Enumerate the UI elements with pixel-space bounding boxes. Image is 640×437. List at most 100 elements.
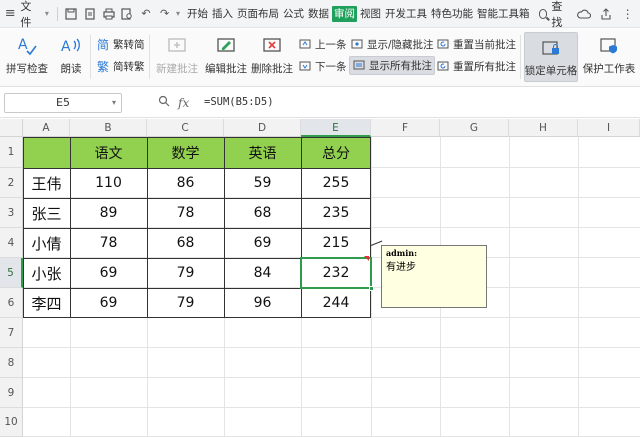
cell-d6[interactable]: 96 [224, 288, 301, 318]
search-button[interactable]: 查找 [538, 0, 571, 30]
undo-icon[interactable]: ↶ [138, 5, 155, 23]
lock-cell-button[interactable]: 锁定单元格 [524, 32, 578, 82]
column-header-i[interactable]: I [578, 119, 640, 137]
cell-b6[interactable]: 69 [70, 288, 147, 318]
column-header-d[interactable]: D [224, 119, 301, 137]
row-header-10[interactable]: 10 [0, 408, 23, 437]
column-header-c[interactable]: C [147, 119, 224, 137]
cell-c1[interactable]: 数学 [147, 137, 224, 168]
fill-handle[interactable] [369, 286, 374, 291]
tab-developer[interactable]: 开发工具 [384, 6, 428, 22]
column-header-g[interactable]: G [440, 119, 509, 137]
cell-a2[interactable]: 王伟 [23, 168, 70, 198]
cell-a1[interactable] [23, 137, 70, 168]
reset-current-comment-button[interactable]: 重置当前批注 [436, 37, 516, 52]
delete-comment-button[interactable]: 删除批注 [250, 34, 294, 76]
row-header-3[interactable]: 3 [0, 198, 23, 228]
comment-text[interactable]: 有进步 [386, 258, 482, 273]
file-menu-chevron-icon[interactable]: ▾ [45, 9, 49, 18]
tab-data[interactable]: 数据 [307, 6, 330, 22]
new-comment-label: 新建批注 [156, 63, 198, 75]
share-icon[interactable] [598, 5, 614, 23]
tab-home[interactable]: 开始 [186, 6, 209, 22]
cell-b2[interactable]: 110 [70, 168, 147, 198]
cell-e6[interactable]: 244 [301, 288, 371, 318]
cell-e3[interactable]: 235 [301, 198, 371, 228]
cell-b5[interactable]: 69 [70, 258, 147, 288]
zoom-search-icon[interactable] [158, 95, 170, 110]
read-aloud-button[interactable]: A 朗读 [56, 34, 86, 76]
row-header-1[interactable]: 1 [0, 137, 23, 168]
tab-view[interactable]: 视图 [359, 6, 382, 22]
tab-special-features[interactable]: 特色功能 [430, 6, 474, 22]
cell-e4[interactable]: 215 [301, 228, 371, 258]
spreadsheet-grid[interactable]: A B C D E F G H I 1 2 3 4 5 6 7 8 9 10 语文 数学 英语 总分 王伟 110 86 59 255… [0, 119, 640, 437]
tab-formulas[interactable]: 公式 [282, 6, 305, 22]
more-icon[interactable]: ⋮ [620, 5, 636, 23]
row-header-7[interactable]: 7 [0, 318, 23, 348]
insert-function-icon[interactable]: fx [178, 96, 189, 110]
name-box-chevron-icon[interactable]: ▾ [112, 94, 116, 112]
tab-review[interactable]: 审阅 [332, 5, 358, 22]
comment-box[interactable]: admin: 有进步 [381, 245, 487, 308]
select-all-corner[interactable] [0, 119, 23, 137]
cell-a6[interactable]: 李四 [23, 288, 70, 318]
cell-a4[interactable]: 小倩 [23, 228, 70, 258]
formula-input[interactable]: =SUM(B5:D5) [204, 96, 274, 108]
column-header-f[interactable]: F [371, 119, 440, 137]
tab-page-layout[interactable]: 页面布局 [236, 6, 280, 22]
active-cell-selection[interactable] [300, 257, 374, 291]
cloud-icon[interactable] [576, 5, 592, 23]
cell-b4[interactable]: 78 [70, 228, 147, 258]
file-menu[interactable]: 文件 [20, 0, 40, 30]
edit-comment-button[interactable]: 编辑批注 [204, 34, 248, 76]
column-header-b[interactable]: B [70, 119, 147, 137]
cell-c5[interactable]: 79 [147, 258, 224, 288]
show-all-comments-button[interactable]: 显示所有批注 [349, 56, 435, 75]
row-header-2[interactable]: 2 [0, 168, 23, 198]
traditional-to-simplified-button[interactable]: 简 繁转简 [96, 37, 145, 52]
cell-b3[interactable]: 89 [70, 198, 147, 228]
previous-comment-button[interactable]: 上一条 [298, 37, 347, 52]
cell-d3[interactable]: 68 [224, 198, 301, 228]
row-header-8[interactable]: 8 [0, 348, 23, 378]
cell-c6[interactable]: 79 [147, 288, 224, 318]
cell-d5[interactable]: 84 [224, 258, 301, 288]
cell-a5[interactable]: 小张 [23, 258, 70, 288]
cell-d4[interactable]: 69 [224, 228, 301, 258]
row-header-6[interactable]: 6 [0, 288, 23, 318]
row-header-4[interactable]: 4 [0, 228, 23, 258]
edit-comment-label: 编辑批注 [205, 63, 247, 75]
protect-sheet-button[interactable]: 保护工作表 [582, 34, 636, 76]
reset-all-comments-button[interactable]: 重置所有批注 [436, 59, 516, 74]
save-icon[interactable] [63, 5, 80, 23]
column-header-e[interactable]: E [301, 119, 371, 137]
print-icon[interactable] [100, 5, 117, 23]
tab-smart-toolbox[interactable]: 智能工具箱 [476, 6, 531, 22]
hamburger-menu-icon[interactable]: ≡ [0, 0, 20, 28]
cell-c3[interactable]: 78 [147, 198, 224, 228]
next-comment-button[interactable]: 下一条 [298, 59, 347, 74]
quick-access-chevron-icon[interactable]: ▾ [176, 9, 180, 18]
cell-d2[interactable]: 59 [224, 168, 301, 198]
row-header-9[interactable]: 9 [0, 378, 23, 408]
print-preview-icon[interactable] [119, 5, 136, 23]
cell-c4[interactable]: 68 [147, 228, 224, 258]
cell-d1[interactable]: 英语 [224, 137, 301, 168]
name-box[interactable]: E5 ▾ [4, 93, 122, 113]
cell-c2[interactable]: 86 [147, 168, 224, 198]
tab-insert[interactable]: 插入 [211, 6, 234, 22]
row-header-5[interactable]: 5 [0, 258, 23, 288]
show-hide-comment-button[interactable]: 显示/隐藏批注 [350, 37, 434, 52]
cell-a3[interactable]: 张三 [23, 198, 70, 228]
export-pdf-icon[interactable] [81, 5, 98, 23]
column-header-h[interactable]: H [509, 119, 578, 137]
column-header-a[interactable]: A [23, 119, 70, 137]
cell-b1[interactable]: 语文 [70, 137, 147, 168]
cell-e1[interactable]: 总分 [301, 137, 371, 168]
new-comment-button[interactable]: 新建批注 [154, 34, 200, 76]
simplified-to-traditional-button[interactable]: 繁 简转繁 [96, 59, 145, 74]
redo-icon[interactable]: ↷ [156, 5, 173, 23]
cell-e2[interactable]: 255 [301, 168, 371, 198]
spellcheck-button[interactable]: A 拼写检查 [4, 34, 50, 76]
